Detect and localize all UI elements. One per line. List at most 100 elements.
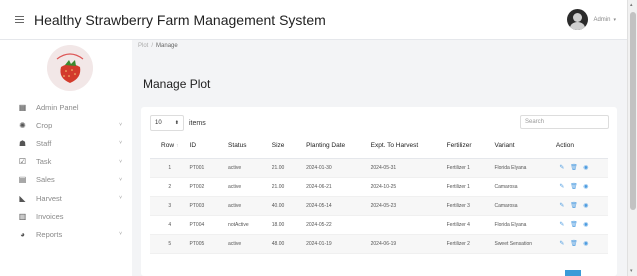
sidebar-item-task[interactable]: ☑ Task ˅ — [0, 153, 132, 171]
cell-action: ✎ 🗑 ◉ — [555, 215, 608, 235]
chevron-down-icon: ˅ — [119, 140, 122, 147]
table-row: 1 PT001 active 21.00 2024-01-30 2024-05-… — [150, 158, 608, 178]
cell-size: 18.00 — [271, 215, 307, 235]
view-icon[interactable]: ◉ — [580, 202, 592, 209]
cell-action: ✎ 🗑 ◉ — [555, 234, 608, 254]
sidebar-item-label: Reports — [36, 229, 63, 239]
column-header-row[interactable]: Row ↑ — [150, 134, 190, 159]
sidebar-item-label: Staff — [36, 138, 52, 148]
cell-fertilizer: Fertilizer 1 — [446, 158, 495, 178]
edit-icon[interactable]: ✎ — [556, 202, 568, 209]
cell-id: PT002 — [189, 177, 229, 197]
edit-icon[interactable]: ✎ — [556, 221, 568, 228]
table-row: 3 PT003 active 40.00 2024-05-14 2024-05-… — [150, 196, 608, 216]
page-size-value: 10 — [155, 120, 162, 126]
delete-icon[interactable]: 🗑 — [568, 221, 580, 228]
plot-table: Row ↑ ID Status Size Planting Date Expt. … — [150, 134, 608, 254]
sidebar-item-invoices[interactable]: ▥ Invoices — [0, 207, 132, 225]
task-icon: ☑ — [18, 157, 27, 167]
cell-id: PT001 — [189, 158, 229, 178]
sidebar-item-crop[interactable]: ✺ Crop ˅ — [0, 116, 132, 134]
table-row: 4 PT004 notActive 18.00 2024-05-22 Ferti… — [150, 215, 608, 235]
column-header-planting-date[interactable]: Planting Date — [306, 134, 371, 159]
cell-row: 4 — [150, 215, 190, 235]
cell-harvest: 2024-10-25 — [370, 177, 447, 197]
delete-icon[interactable]: 🗑 — [568, 240, 580, 247]
user-name[interactable]: Admin — [593, 17, 610, 23]
chevron-down-icon: ˅ — [119, 176, 122, 183]
cell-id: PT003 — [189, 196, 229, 216]
page-title: Manage Plot — [143, 77, 211, 91]
view-icon[interactable]: ◉ — [580, 164, 592, 171]
sidebar-item-harvest[interactable]: ◣ Harvest ˅ — [0, 189, 132, 207]
breadcrumb-root[interactable]: Plot — [138, 43, 148, 49]
delete-icon[interactable]: 🗑 — [568, 183, 580, 190]
view-icon[interactable]: ◉ — [580, 221, 592, 228]
table-row: 5 PT005 active 48.00 2024-01-19 2024-06-… — [150, 234, 608, 254]
cell-planting-date: 2024-01-19 — [306, 234, 371, 254]
column-header-size[interactable]: Size — [271, 134, 307, 159]
breadcrumb-separator: / — [151, 43, 154, 49]
sort-arrows-icon: ⬍ — [174, 120, 179, 126]
cell-action: ✎ 🗑 ◉ — [555, 177, 608, 197]
page-size-select[interactable]: 10 ⬍ — [150, 115, 184, 131]
edit-icon[interactable]: ✎ — [556, 164, 568, 171]
strawberry-logo — [47, 45, 93, 91]
cell-variant: Florida Elyana — [494, 215, 556, 235]
chevron-down-icon[interactable]: ▾ — [613, 17, 616, 23]
view-icon[interactable]: ◉ — [580, 240, 592, 247]
sidebar-item-sales[interactable]: ▤ Sales ˅ — [0, 171, 132, 189]
column-header-action: Action — [555, 134, 608, 159]
hamburger-icon[interactable] — [15, 16, 24, 23]
pagination-active-page[interactable] — [565, 270, 581, 276]
cell-variant: Florida Elyana — [494, 158, 556, 178]
cell-id: PT004 — [189, 215, 229, 235]
sales-icon: ▤ — [18, 175, 27, 185]
table-header-row: Row ↑ ID Status Size Planting Date Expt. … — [150, 134, 608, 159]
sort-up-icon[interactable]: ↑ — [176, 143, 179, 149]
column-header-expt-harvest[interactable]: Expt. To Harvest — [370, 134, 447, 159]
avatar[interactable] — [567, 9, 589, 30]
cell-action: ✎ 🗑 ◉ — [555, 196, 608, 216]
table-row: 2 PT002 active 21.00 2024-06-21 2024-10-… — [150, 177, 608, 197]
sidebar-item-label: Harvest — [36, 193, 62, 203]
vertical-scrollbar[interactable]: ▴ ▾ — [627, 0, 637, 276]
sidebar-item-reports[interactable]: ◕ Reports ˅ — [0, 225, 132, 243]
scroll-down-icon[interactable]: ▾ — [630, 268, 633, 274]
chevron-down-icon: ˅ — [119, 122, 122, 129]
scrollbar-thumb[interactable] — [630, 12, 636, 210]
column-header-status[interactable]: Status — [228, 134, 272, 159]
user-menu[interactable]: Admin ▾ — [567, 9, 616, 30]
cell-status: active — [228, 196, 272, 216]
sidebar: ▦ Admin Panel ✺ Crop ˅ ☗ Staff ˅ ☑ Task … — [0, 40, 132, 276]
cell-planting-date: 2024-05-22 — [306, 215, 371, 235]
column-header-id[interactable]: ID — [189, 134, 229, 159]
edit-icon[interactable]: ✎ — [556, 183, 568, 190]
cell-row: 1 — [150, 158, 190, 178]
sidebar-item-admin-panel[interactable]: ▦ Admin Panel — [0, 98, 132, 116]
app-window: Healthy Strawberry Farm Management Syste… — [0, 0, 637, 276]
cell-variant: Sweet Sensation — [494, 234, 556, 254]
breadcrumb-current: Manage — [156, 43, 178, 49]
column-header-variant[interactable]: Variant — [494, 134, 556, 159]
cell-fertilizer: Fertilizer 4 — [446, 215, 495, 235]
main-content: Plot / Manage Manage Plot 10 ⬍ items Searc… — [132, 40, 627, 276]
cell-row: 3 — [150, 196, 190, 216]
top-navbar: Healthy Strawberry Farm Management Syste… — [0, 0, 627, 40]
view-icon[interactable]: ◉ — [580, 183, 592, 190]
edit-icon[interactable]: ✎ — [556, 240, 568, 247]
scroll-up-icon[interactable]: ▴ — [630, 2, 633, 8]
cell-status: notActive — [228, 215, 272, 235]
sidebar-item-staff[interactable]: ☗ Staff ˅ — [0, 134, 132, 152]
cell-fertilizer: Fertilizer 1 — [446, 177, 495, 197]
items-label: items — [189, 119, 206, 127]
cell-planting-date: 2024-05-14 — [306, 196, 371, 216]
column-header-fertilizer[interactable]: Fertilizer — [446, 134, 495, 159]
cell-fertilizer: Fertilizer 3 — [446, 196, 495, 216]
delete-icon[interactable]: 🗑 — [568, 164, 580, 171]
cell-status: active — [228, 158, 272, 178]
search-input[interactable]: Search — [520, 115, 609, 129]
sidebar-menu: ▦ Admin Panel ✺ Crop ˅ ☗ Staff ˅ ☑ Task … — [0, 98, 132, 244]
cell-variant: Camarosa — [494, 196, 556, 216]
delete-icon[interactable]: 🗑 — [568, 202, 580, 209]
